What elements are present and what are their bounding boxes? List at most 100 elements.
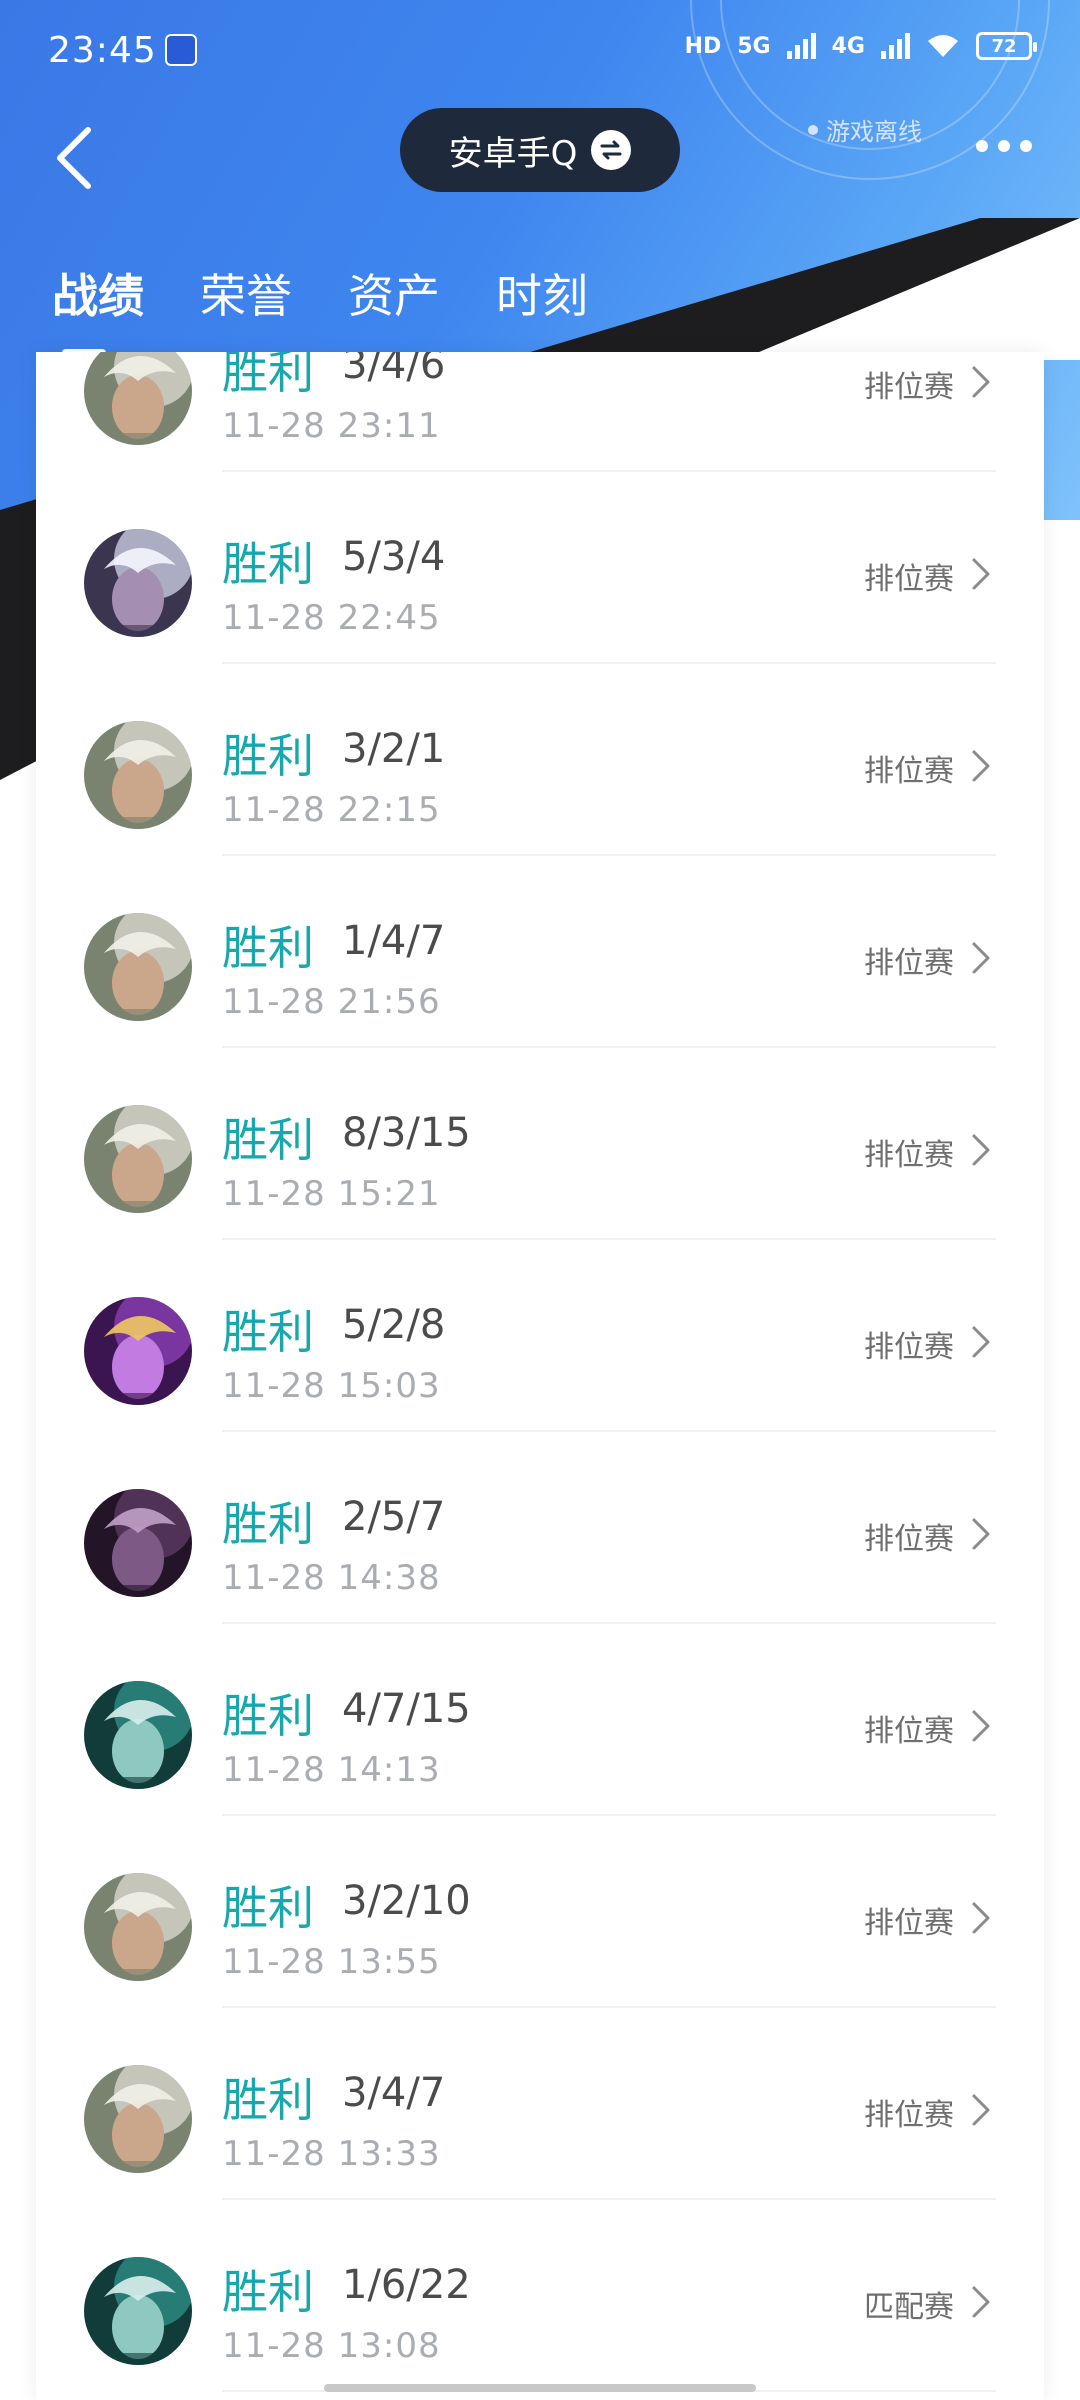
match-kda: 1/6/22 — [342, 2262, 471, 2308]
match-kda: 3/4/7 — [342, 2070, 446, 2116]
match-kda: 5/3/4 — [342, 534, 446, 580]
match-mode: 排位赛 — [864, 1714, 954, 1749]
status-time: 23:45 — [48, 30, 157, 71]
chevron-right-icon — [972, 942, 990, 974]
match-mode: 排位赛 — [864, 1522, 954, 1557]
match-kda: 3/2/10 — [342, 1878, 471, 1924]
match-datetime: 11-28 14:38 — [222, 1558, 441, 1598]
match-mode: 排位赛 — [864, 946, 954, 981]
match-mode: 排位赛 — [864, 562, 954, 597]
account-label: 安卓手Q — [448, 133, 578, 174]
match-kda: 4/7/15 — [342, 1686, 471, 1732]
status-dot-icon — [808, 124, 818, 135]
chevron-right-icon — [972, 1134, 990, 1166]
match-kda: 3/2/1 — [342, 726, 446, 772]
match-row[interactable]: 胜利 8/3/15 11-28 15:21 排位赛 — [36, 1048, 1044, 1240]
match-mode: 排位赛 — [864, 370, 954, 405]
match-result: 胜利 — [222, 2073, 314, 2127]
more-dot-icon — [998, 140, 1010, 152]
home-indicator — [324, 2384, 756, 2392]
match-datetime: 11-28 23:11 — [222, 406, 441, 446]
match-result: 胜利 — [222, 2265, 314, 2319]
chevron-right-icon — [972, 1518, 990, 1550]
hero-silver-hair-avatar — [84, 1105, 192, 1213]
chevron-right-icon — [972, 1710, 990, 1742]
account-switcher[interactable]: 安卓手Q — [400, 108, 680, 192]
signal-icon — [881, 33, 910, 59]
chevron-right-icon — [972, 558, 990, 590]
chevron-right-icon — [972, 2094, 990, 2126]
match-kda: 3/4/6 — [342, 352, 446, 388]
game-app-icon — [165, 34, 197, 66]
game-status: 游戏离线 — [808, 112, 922, 147]
wifi-icon — [928, 35, 958, 57]
match-kda: 2/5/7 — [342, 1494, 446, 1540]
match-mode: 排位赛 — [864, 1906, 954, 1941]
net-5g-label: 5G — [737, 33, 771, 59]
more-dot-icon — [976, 140, 988, 152]
net-4g-label: 4G — [831, 33, 865, 59]
match-result: 胜利 — [222, 352, 314, 399]
hero-moon-crown-avatar — [84, 529, 192, 637]
match-row[interactable]: 胜利 3/4/7 11-28 13:33 排位赛 — [36, 2008, 1044, 2200]
match-row[interactable]: 胜利 3/2/10 11-28 13:55 排位赛 — [36, 1816, 1044, 2008]
match-row[interactable]: 胜利 4/7/15 11-28 14:13 排位赛 — [36, 1624, 1044, 1816]
hero-silver-hair-avatar — [84, 2065, 192, 2173]
tab-honor[interactable]: 荣誉 — [200, 260, 292, 326]
match-result: 胜利 — [222, 921, 314, 975]
match-datetime: 11-28 14:13 — [222, 1750, 441, 1790]
match-datetime: 11-28 13:55 — [222, 1942, 441, 1982]
match-datetime: 11-28 13:33 — [222, 2134, 441, 2174]
match-row[interactable]: 胜利 3/4/6 11-28 23:11 排位赛 — [36, 352, 1044, 472]
status-bar: 23:45 HD 5G 4G 72 — [0, 0, 1080, 100]
match-mode: 排位赛 — [864, 1138, 954, 1173]
battery-level: 72 — [991, 35, 1017, 57]
chevron-right-icon — [972, 2286, 990, 2318]
match-result: 胜利 — [222, 1881, 314, 1935]
match-mode: 排位赛 — [864, 754, 954, 789]
match-result: 胜利 — [222, 537, 314, 591]
match-row[interactable]: 胜利 5/2/8 11-28 15:03 排位赛 — [36, 1240, 1044, 1432]
match-result: 胜利 — [222, 1305, 314, 1359]
chevron-right-icon — [972, 366, 990, 398]
match-row[interactable]: 胜利 3/2/1 11-28 22:15 排位赛 — [36, 664, 1044, 856]
hero-purple-mage-avatar — [84, 1297, 192, 1405]
battery-icon: 72 — [976, 32, 1037, 60]
hd-icon: HD — [684, 33, 722, 59]
match-row[interactable]: 胜利 1/4/7 11-28 21:56 排位赛 — [36, 856, 1044, 1048]
tab-assets[interactable]: 资产 — [348, 260, 440, 326]
match-mode: 排位赛 — [864, 1330, 954, 1365]
tab-bar: 战绩 荣誉 资产 时刻 — [52, 260, 588, 356]
match-kda: 1/4/7 — [342, 918, 446, 964]
match-result: 胜利 — [222, 1689, 314, 1743]
signal-icon — [786, 33, 816, 59]
match-result: 胜利 — [222, 1497, 314, 1551]
match-row[interactable]: 胜利 2/5/7 11-28 14:38 排位赛 — [36, 1432, 1044, 1624]
match-row[interactable]: 胜利 1/6/22 11-28 13:08 匹配赛 — [36, 2200, 1044, 2392]
chevron-right-icon — [972, 1902, 990, 1934]
chevron-right-icon — [972, 750, 990, 782]
hero-dark-beast-avatar — [84, 1489, 192, 1597]
match-mode: 排位赛 — [864, 2098, 954, 2133]
tab-moments[interactable]: 时刻 — [496, 260, 588, 326]
hero-silver-hair-avatar — [84, 352, 192, 445]
match-datetime: 11-28 15:03 — [222, 1366, 441, 1406]
match-datetime: 11-28 15:21 — [222, 1174, 441, 1214]
match-result: 胜利 — [222, 1113, 314, 1167]
back-button[interactable] — [48, 118, 108, 198]
match-list: 胜利 3/4/6 11-28 23:11 排位赛 胜利 5/3/4 11-28 22:45 排… — [36, 352, 1044, 2400]
hero-teal-hair-avatar — [84, 1681, 192, 1789]
tab-record[interactable]: 战绩 — [52, 260, 144, 356]
game-status-text: 游戏离线 — [826, 118, 922, 146]
more-dot-icon — [1020, 140, 1032, 152]
match-datetime: 11-28 22:45 — [222, 598, 441, 638]
match-row[interactable]: 胜利 5/3/4 11-28 22:45 排位赛 — [36, 472, 1044, 664]
match-mode: 匹配赛 — [864, 2290, 954, 2325]
match-datetime: 11-28 21:56 — [222, 982, 441, 1022]
match-result: 胜利 — [222, 729, 314, 783]
hero-silver-hair-avatar — [84, 1873, 192, 1981]
swap-icon — [591, 130, 632, 170]
chevron-left-icon — [57, 127, 91, 189]
more-button[interactable] — [976, 140, 1032, 152]
hero-silver-hair-avatar — [84, 721, 192, 829]
